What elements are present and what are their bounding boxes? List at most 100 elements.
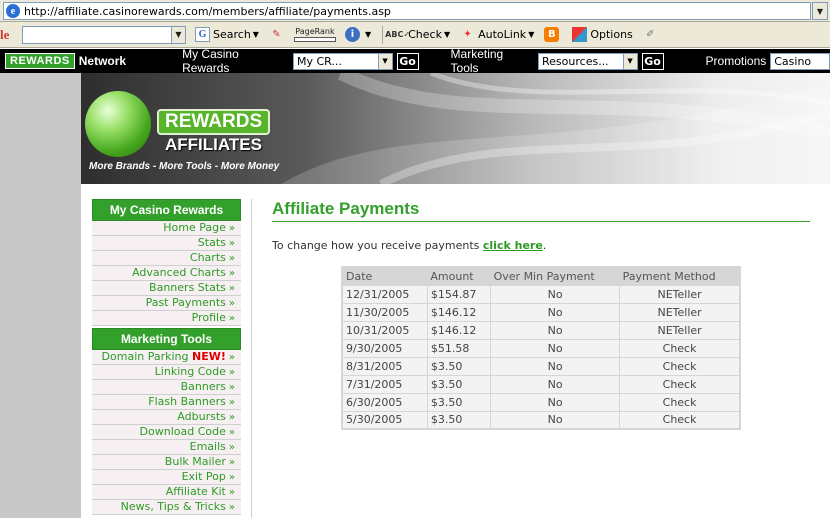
amount-cell: $3.50 bbox=[426, 356, 492, 376]
double-chevron-right-icon: » bbox=[228, 457, 235, 468]
left-gray-margin bbox=[0, 73, 81, 518]
left-navigation: My Casino Rewards Home Page» Stats» Charts… bbox=[92, 199, 241, 515]
search-button[interactable]: G Search ▼ bbox=[192, 25, 262, 45]
date-cell: 9/30/2005 bbox=[341, 338, 428, 358]
page-title: Affiliate Payments bbox=[272, 199, 810, 222]
nav-item-label: Adbursts bbox=[177, 410, 226, 423]
options-button[interactable]: Options bbox=[569, 25, 635, 45]
click-here-link[interactable]: click here bbox=[483, 239, 543, 252]
nav-item-news-tips-tricks[interactable]: News, Tips & Tricks» bbox=[92, 500, 241, 515]
chevron-down-icon[interactable]: ▼ bbox=[365, 30, 371, 39]
news-icon: ✎ bbox=[272, 29, 281, 40]
nav-item-banners[interactable]: Banners» bbox=[92, 380, 241, 395]
promotions-label: Promotions bbox=[705, 54, 767, 68]
spellcheck-button[interactable]: ABC✓ Check ▼ bbox=[385, 25, 453, 45]
payment-method-cell: Check bbox=[619, 410, 741, 430]
double-chevron-right-icon: » bbox=[228, 298, 235, 309]
amount-cell: $51.58 bbox=[426, 338, 492, 358]
nav-item-label: Exit Pop bbox=[181, 470, 226, 483]
double-chevron-right-icon: » bbox=[228, 352, 235, 363]
page-info-button[interactable]: i ▼ bbox=[342, 25, 374, 45]
payment-method-cell: Check bbox=[619, 374, 741, 394]
table-row: 11/30/2005 $146.12 No NETeller bbox=[341, 302, 741, 322]
nav-item-domain-parking[interactable]: Domain Parking NEW!» bbox=[92, 350, 241, 365]
news-button[interactable]: ✎ bbox=[266, 25, 290, 45]
pagerank-bar bbox=[293, 37, 336, 42]
nav-item-adbursts[interactable]: Adbursts» bbox=[92, 410, 241, 425]
over-min-cell: No bbox=[490, 392, 621, 412]
amount-cell: $3.50 bbox=[426, 410, 492, 430]
double-chevron-right-icon: » bbox=[228, 253, 235, 264]
nav-item-advanced-charts[interactable]: Advanced Charts» bbox=[92, 266, 241, 281]
google-logo-fragment[interactable]: le bbox=[0, 27, 22, 43]
google-search-input[interactable] bbox=[22, 25, 172, 44]
my-casino-select[interactable]: My CR... ▼ bbox=[293, 52, 393, 70]
nav-item-past-payments[interactable]: Past Payments» bbox=[92, 296, 241, 311]
over-min-cell: No bbox=[490, 320, 621, 340]
nav-item-stats[interactable]: Stats» bbox=[92, 236, 241, 251]
go-button-marketing[interactable]: Go bbox=[641, 52, 664, 70]
date-cell: 7/31/2005 bbox=[341, 374, 428, 394]
nav-item-label: Emails bbox=[189, 440, 226, 453]
nav-item-download-code[interactable]: Download Code» bbox=[92, 425, 241, 440]
pencil-icon: ✐ bbox=[646, 29, 655, 40]
over-min-cell: No bbox=[490, 374, 621, 394]
date-cell: 12/31/2005 bbox=[341, 284, 428, 304]
double-chevron-right-icon: » bbox=[228, 268, 235, 279]
promotions-select[interactable]: Casino bbox=[770, 52, 830, 70]
column-header-date: Date bbox=[342, 267, 428, 285]
banner-rewards-text: REWARDS bbox=[157, 109, 271, 135]
chevron-down-icon[interactable]: ▼ bbox=[528, 30, 534, 39]
highlighter-button[interactable]: ✐ bbox=[640, 25, 664, 45]
over-min-cell: No bbox=[490, 284, 621, 304]
search-button-label: Search bbox=[213, 28, 251, 41]
nav-item-flash-banners[interactable]: Flash Banners» bbox=[92, 395, 241, 410]
google-search-dropdown[interactable]: ▼ bbox=[172, 25, 186, 44]
payment-method-cell: Check bbox=[619, 392, 741, 412]
go-button-my-casino[interactable]: Go bbox=[396, 52, 419, 70]
url-text: http://affiliate.casinorewards.com/membe… bbox=[24, 4, 391, 18]
marketing-tools-select[interactable]: Resources... ▼ bbox=[538, 52, 638, 70]
nav-item-charts[interactable]: Charts» bbox=[92, 251, 241, 266]
url-field[interactable]: e http://affiliate.casinorewards.com/mem… bbox=[3, 2, 811, 20]
chevron-down-icon[interactable]: ▼ bbox=[444, 30, 450, 39]
double-chevron-right-icon: » bbox=[228, 412, 235, 423]
google-toolbar: le ▼ G Search ▼ ✎ PageRank i ▼ ABC✓ Chec… bbox=[0, 22, 830, 48]
nav-item-exit-pop[interactable]: Exit Pop» bbox=[92, 470, 241, 485]
nav-item-profile[interactable]: Profile» bbox=[92, 311, 241, 326]
nav-item-emails[interactable]: Emails» bbox=[92, 440, 241, 455]
options-icon bbox=[572, 27, 588, 42]
address-dropdown-button[interactable]: ▼ bbox=[812, 2, 828, 20]
double-chevron-right-icon: » bbox=[228, 427, 235, 438]
autolink-wand-icon: ✦ bbox=[463, 29, 472, 40]
amount-cell: $154.87 bbox=[426, 284, 492, 304]
payment-method-cell: Check bbox=[619, 356, 741, 376]
date-cell: 5/30/2005 bbox=[341, 410, 428, 430]
nav-item-label: Stats bbox=[197, 236, 226, 249]
nav-item-banners-stats[interactable]: Banners Stats» bbox=[92, 281, 241, 296]
affiliates-banner: REWARDS AFFILIATES More Brands - More To… bbox=[81, 73, 830, 184]
nav-item-bulk-mailer[interactable]: Bulk Mailer» bbox=[92, 455, 241, 470]
network-word: Network bbox=[78, 54, 127, 68]
autolink-button[interactable]: ✦ AutoLink ▼ bbox=[457, 25, 537, 45]
nav-item-label: Flash Banners bbox=[148, 395, 226, 408]
info-icon: i bbox=[344, 27, 360, 42]
chevron-down-icon[interactable]: ▼ bbox=[253, 30, 259, 39]
nav-item-affiliate-kit[interactable]: Affiliate Kit» bbox=[92, 485, 241, 500]
autolink-label: AutoLink bbox=[478, 28, 527, 41]
intro-text-label: To change how you receive payments bbox=[272, 239, 480, 252]
nav-item-label: Home Page bbox=[163, 221, 226, 234]
pagerank-meter[interactable]: PageRank bbox=[293, 27, 336, 42]
rewards-network-logo[interactable]: REWARDS bbox=[5, 53, 75, 69]
blogger-icon: B bbox=[544, 27, 560, 42]
table-row: 6/30/2005 $3.50 No Check bbox=[341, 392, 741, 412]
blogger-button[interactable]: B bbox=[541, 25, 565, 45]
nav-item-linking-code[interactable]: Linking Code» bbox=[92, 365, 241, 380]
options-label: Options bbox=[590, 28, 633, 41]
nav-item-label: Banners Stats bbox=[149, 281, 226, 294]
google-g-icon: G bbox=[195, 27, 210, 42]
nav-item-home-page[interactable]: Home Page» bbox=[92, 221, 241, 236]
pagerank-label: PageRank bbox=[295, 27, 335, 36]
table-row: 7/31/2005 $3.50 No Check bbox=[341, 374, 741, 394]
nav-section-marketing-tools: Marketing Tools bbox=[92, 328, 241, 350]
